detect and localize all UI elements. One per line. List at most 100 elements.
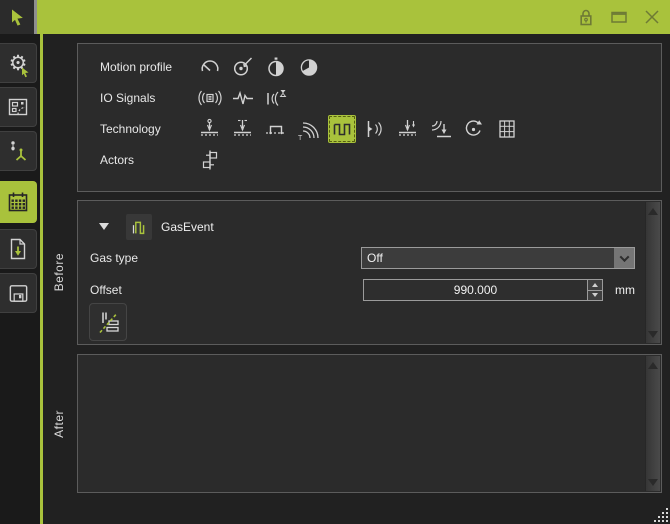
spinner-buttons [587, 280, 602, 300]
lock-icon [578, 8, 594, 27]
sidebar-item-event-table[interactable] [0, 181, 37, 223]
offset-label: Offset [90, 283, 122, 297]
app-corner-tile[interactable] [0, 0, 37, 34]
valve-icon [198, 148, 222, 172]
gas-event-header: GasEvent [78, 213, 214, 240]
chevron-up-icon [592, 283, 598, 287]
scroll-down-button[interactable] [646, 327, 660, 341]
scroll-down-button[interactable] [646, 475, 660, 489]
sidebar-item-settings[interactable]: ⚙ [0, 43, 37, 83]
gas-waveform-icon [329, 117, 355, 141]
tool-antenna-waves[interactable]: T [295, 115, 323, 143]
spin-down-button[interactable] [588, 290, 602, 301]
scroll-down-icon [648, 331, 658, 338]
cursor-icon [7, 7, 27, 27]
scroll-up-button[interactable] [646, 204, 660, 218]
after-panel [77, 354, 662, 493]
tool-signal-down[interactable] [427, 115, 455, 143]
tool-broadcast-signal[interactable] [196, 84, 224, 112]
rotate-icon [461, 117, 487, 141]
tool-signal-wait[interactable] [262, 84, 290, 112]
gas-event-icon-tile[interactable] [126, 214, 152, 240]
broadcast-signal-icon [197, 87, 223, 109]
pulse-icon [230, 87, 256, 109]
tool-bridge[interactable] [262, 115, 290, 143]
sidebar-item-program-panel[interactable] [0, 87, 37, 127]
lock-button[interactable] [576, 7, 596, 27]
tool-valve[interactable] [196, 146, 224, 174]
tool-pulse[interactable] [229, 84, 257, 112]
spin-up-button[interactable] [588, 280, 602, 290]
gauge-filled-icon [297, 55, 321, 79]
toolbox-panel: Motion profile [77, 43, 662, 192]
toolbox-row-technology: Technology [100, 113, 661, 144]
save-icon [7, 282, 30, 305]
chevron-down-icon [619, 252, 629, 262]
toolbox-row-motion-profile: Motion profile [100, 51, 661, 82]
tool-nozzle-spray[interactable] [361, 115, 389, 143]
nozzle-spray-icon [362, 117, 388, 141]
row-label: Motion profile [100, 60, 196, 74]
gas-type-value: Off [362, 251, 614, 265]
toolbox-row-io-signals: IO Signals [100, 82, 661, 113]
gauge-icon [198, 55, 222, 79]
titlebar-controls [576, 0, 662, 34]
gear-pointer-icon: ⚙ [9, 53, 28, 74]
chevron-down-icon [592, 293, 598, 297]
after-scrollbar[interactable] [645, 356, 660, 491]
maximize-icon [610, 8, 628, 26]
titlebar [0, 0, 670, 34]
row-label: Actors [100, 153, 196, 167]
dropdown-button[interactable] [614, 248, 634, 268]
nozzle-focus-icon [395, 117, 421, 141]
seam-offset-button[interactable] [89, 303, 127, 341]
tool-nozzle-plate-adjust[interactable] [229, 115, 257, 143]
event-title: GasEvent [161, 220, 214, 234]
sidebar-item-document-export[interactable] [0, 229, 37, 269]
tool-stopwatch[interactable] [262, 53, 290, 81]
sidebar-item-kinematics[interactable] [0, 131, 37, 171]
event-table-icon [494, 117, 520, 141]
before-scrollbar[interactable] [645, 202, 660, 343]
close-button[interactable] [642, 7, 662, 27]
tool-gauge-filled[interactable] [295, 53, 323, 81]
tool-nozzle-plate[interactable] [196, 115, 224, 143]
scroll-down-icon [648, 479, 658, 486]
gas-waveform-icon [128, 216, 150, 238]
close-icon [643, 8, 661, 26]
gas-type-label: Gas type [90, 251, 138, 265]
tool-event-table[interactable] [493, 115, 521, 143]
svg-text:T: T [298, 135, 303, 141]
offset-spinner [363, 279, 603, 301]
offset-unit: mm [615, 283, 635, 297]
gas-type-dropdown[interactable]: Off [361, 247, 635, 269]
document-down-icon [6, 237, 30, 261]
signal-down-icon [428, 117, 454, 141]
bridge-icon [263, 117, 289, 141]
tool-target[interactable] [229, 53, 257, 81]
sidebar-item-save[interactable] [0, 273, 37, 313]
offset-input[interactable] [364, 280, 587, 300]
before-section-label: Before [43, 200, 75, 345]
maximize-button[interactable] [609, 7, 629, 27]
antenna-waves-icon: T [296, 117, 322, 141]
scroll-up-icon [648, 208, 658, 215]
tool-nozzle-focus[interactable] [394, 115, 422, 143]
kinematics-icon [6, 139, 30, 163]
row-label: Technology [100, 122, 196, 136]
target-arrow-icon [231, 55, 255, 79]
scroll-up-button[interactable] [646, 358, 660, 372]
toolbox-row-actors: Actors [100, 144, 661, 175]
signal-wait-icon [263, 87, 289, 109]
tool-gauge[interactable] [196, 53, 224, 81]
tool-rotate[interactable] [460, 115, 488, 143]
scroll-up-icon [648, 362, 658, 369]
seam-path-icon [94, 308, 122, 336]
resize-grip[interactable] [654, 508, 668, 522]
event-grid-icon [6, 190, 30, 214]
nozzle-plate-adjust-icon [230, 117, 256, 141]
collapse-triangle-icon[interactable] [99, 223, 109, 230]
tool-gas-waveform[interactable] [328, 115, 356, 143]
after-section-label: After [43, 354, 75, 493]
program-panel-icon [6, 95, 30, 119]
